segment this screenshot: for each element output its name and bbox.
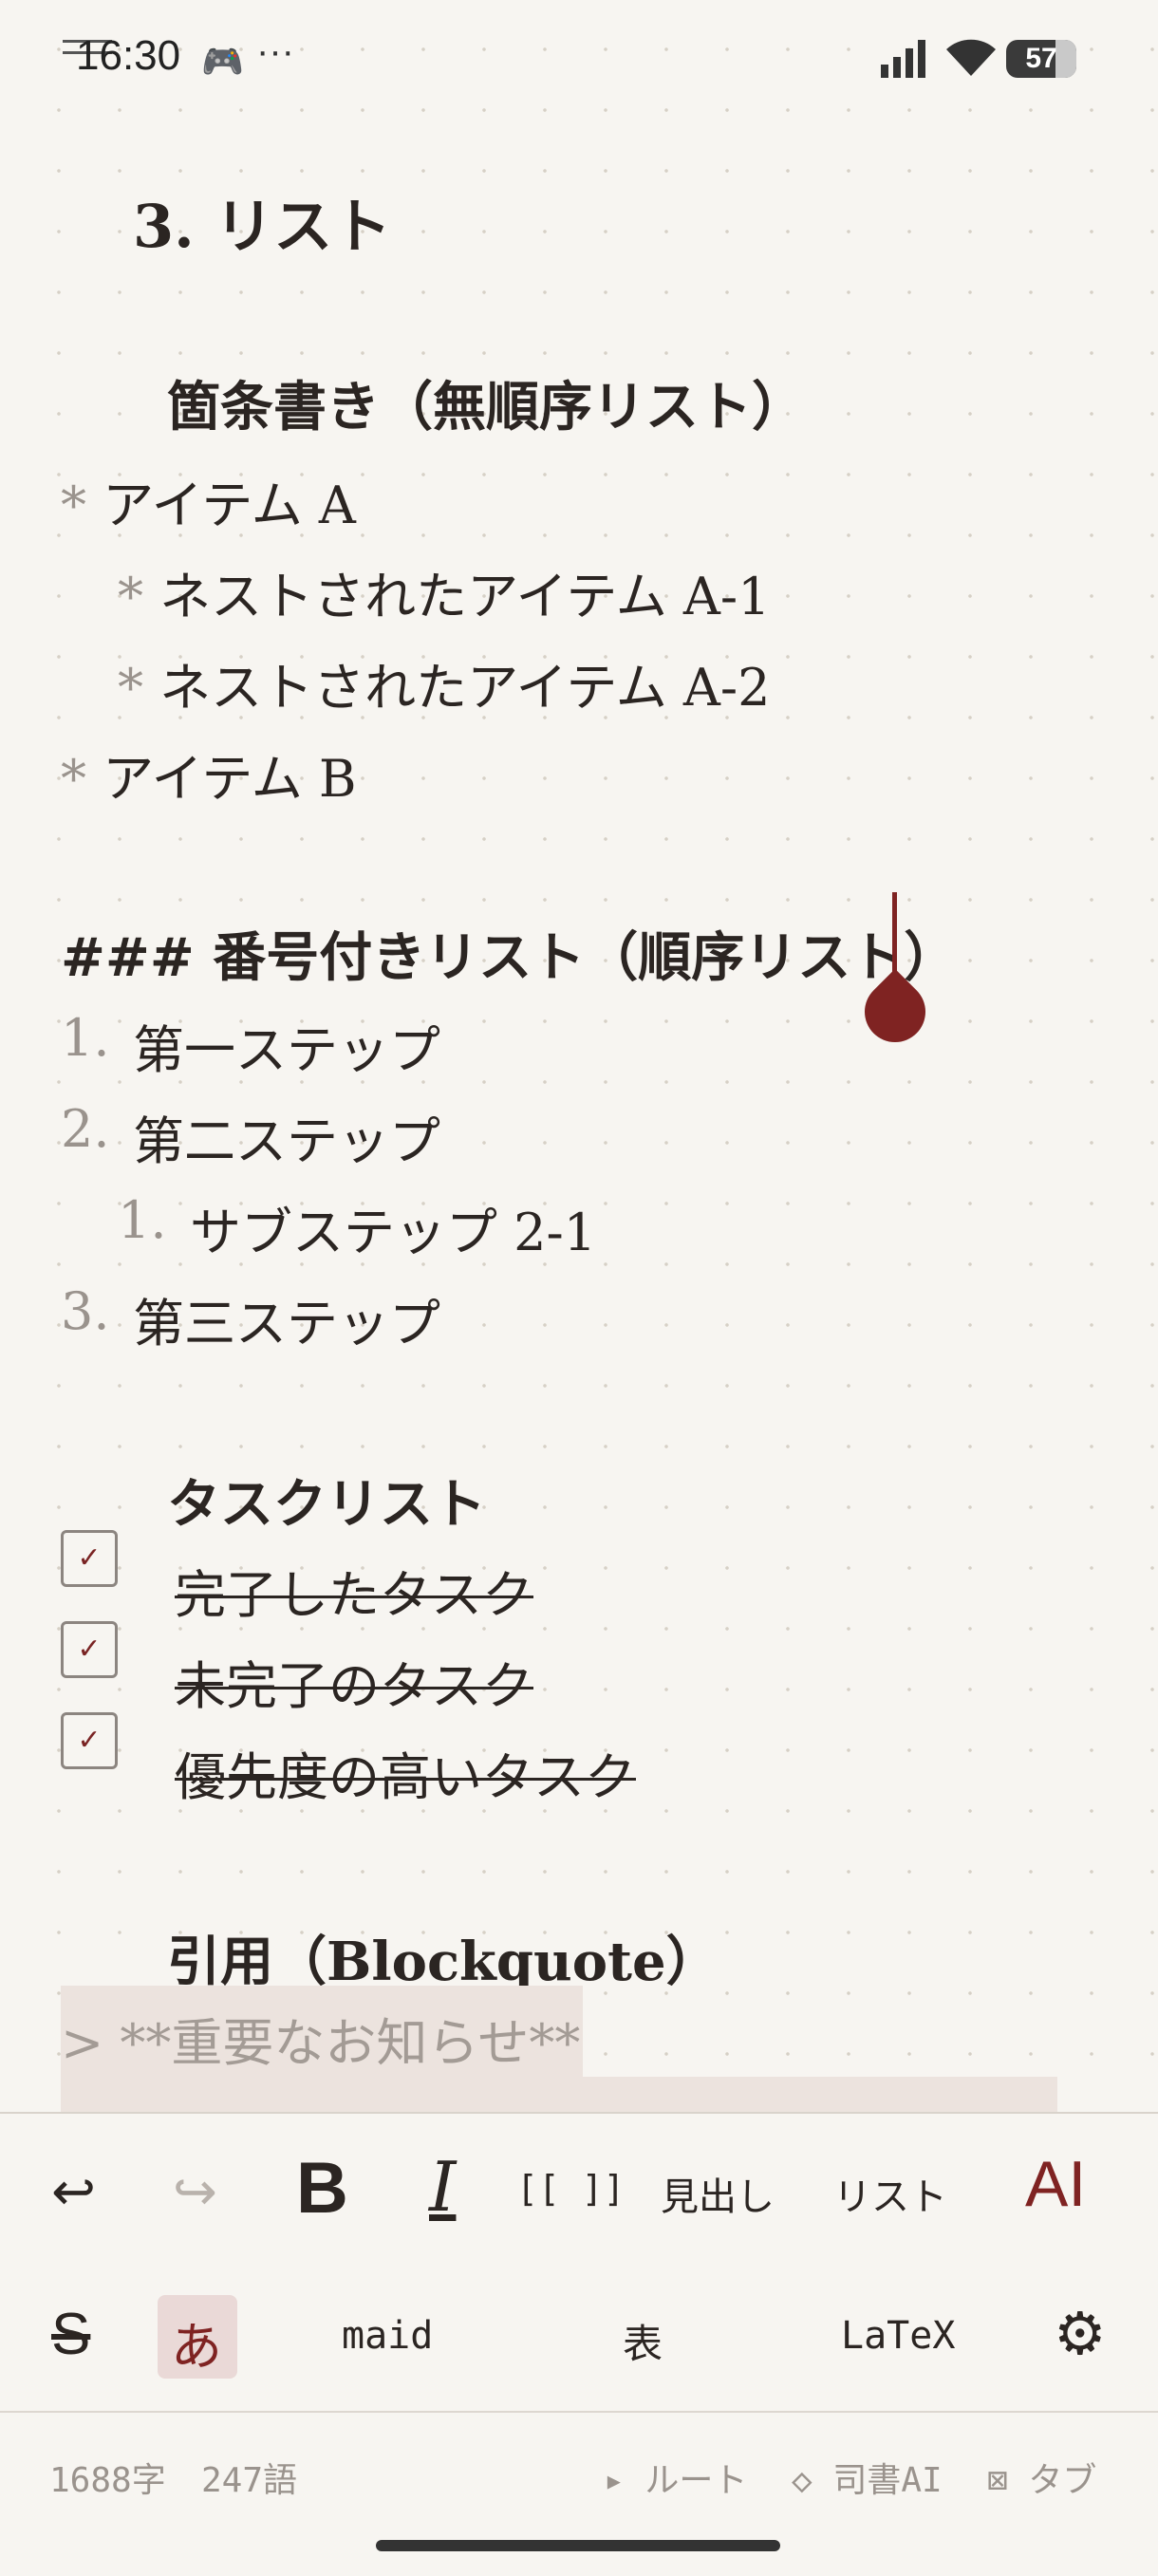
ai-button[interactable]: AI (1025, 2147, 1086, 2221)
ordered-item-text: 第一ステップ (133, 1020, 440, 1080)
ordered-item-text: サブステップ 2-1 (190, 1203, 597, 1262)
list-item-text: ネストされたアイテム A-2 (159, 658, 771, 718)
list-item: * ネストされたアイテム A-1 (118, 554, 771, 629)
tab-button[interactable]: ⊠ タブ (987, 2453, 1096, 2502)
list-item-text: アイテム A (103, 476, 356, 535)
list-item: * ネストされたアイテム A-2 (118, 645, 771, 720)
list-item-text: ネストされたアイテム A-1 (159, 567, 771, 626)
status-bar: 16:30 🎮 ··· 57 (0, 0, 1158, 114)
status-time: 16:30 (76, 32, 181, 79)
undo-button[interactable]: ↩ (51, 2160, 96, 2223)
settings-icon[interactable]: ⚙ (1054, 2299, 1107, 2368)
wifi-icon (946, 39, 996, 76)
task-checkbox[interactable]: ✓ (61, 1712, 118, 1769)
list-number: 3. (61, 1281, 110, 1341)
bullet-marker: * (118, 567, 143, 626)
list-item: * アイテム A (61, 463, 356, 538)
strikethrough-button[interactable]: S (51, 2301, 90, 2368)
signal-icon (881, 40, 925, 78)
task-checkbox[interactable]: ✓ (61, 1530, 118, 1587)
list-number: 1. (118, 1190, 167, 1250)
list-item: * アイテム B (61, 737, 357, 812)
battery-level: 57 (1025, 43, 1057, 74)
word-count: 247語 (201, 2461, 298, 2500)
wikilink-button[interactable]: [[ ]] (516, 2168, 625, 2210)
battery-icon: 57 (1006, 40, 1076, 78)
footer-divider (0, 2411, 1158, 2413)
bullet-marker: * (118, 658, 143, 718)
heading-lists: 3. リスト (133, 192, 392, 261)
task-text: 優先度の高いタスク (175, 1747, 636, 1807)
heading-ordered-list: ### 番号付きリスト（順序リスト） (61, 926, 958, 989)
latex-button[interactable]: LaTeX (841, 2314, 955, 2358)
maid-button[interactable]: maid (342, 2314, 433, 2358)
task-text: 未完了のタスク (175, 1656, 533, 1716)
list-number: 2. (61, 1099, 110, 1159)
heading-unordered-list: 箇条書き（無順序リスト） (167, 376, 805, 439)
blockquote-highlight (61, 2077, 1057, 2115)
home-indicator[interactable] (376, 2540, 780, 2551)
table-button[interactable]: 表 (623, 2312, 663, 2370)
list-item-text: アイテム B (103, 749, 357, 809)
bold-button[interactable]: B (296, 2147, 348, 2230)
gamepad-icon: 🎮 (201, 43, 244, 82)
ordered-item-text: 第二ステップ (133, 1111, 440, 1171)
redo-button[interactable]: ↪ (173, 2160, 217, 2223)
bullet-marker: * (61, 476, 86, 535)
list-button[interactable]: リスト (833, 2166, 947, 2221)
heading-blockquote: 引用（Blockquote） (167, 1931, 719, 1993)
ordered-item-text: 第三ステップ (133, 1294, 440, 1353)
task-text: 完了したタスク (175, 1565, 533, 1625)
task-checkbox[interactable]: ✓ (61, 1621, 118, 1678)
kana-button[interactable]: あ (171, 2305, 222, 2380)
heading-task-list: タスクリスト (167, 1473, 486, 1536)
more-notifications-icon: ··· (256, 30, 294, 72)
route-button[interactable]: ▸ ルート (604, 2453, 747, 2502)
heading-button[interactable]: 見出し (661, 2166, 775, 2221)
char-count: 1688字 (49, 2461, 166, 2500)
blockquote-text: > **重要なお知らせ** (61, 2013, 581, 2073)
bullet-marker: * (61, 749, 86, 809)
librarian-ai-button[interactable]: ◇ 司書AI (792, 2453, 943, 2502)
italic-button[interactable]: I (429, 2147, 456, 2227)
list-number: 1. (61, 1008, 110, 1068)
